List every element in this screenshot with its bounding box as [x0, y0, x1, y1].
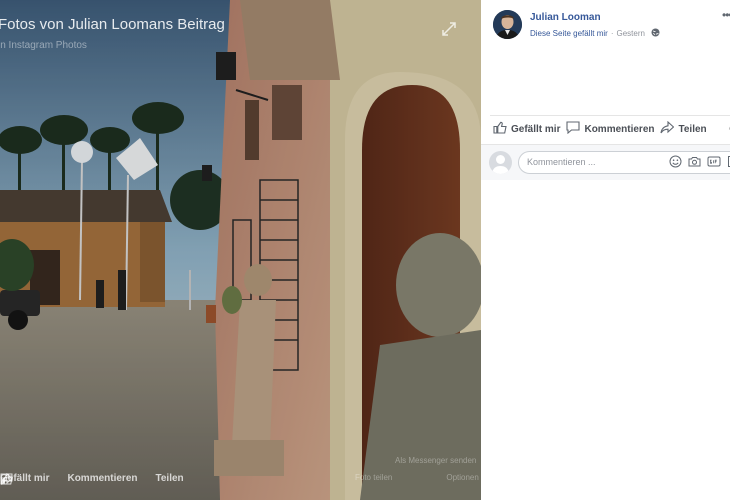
divider [490, 115, 730, 116]
like-label: Gefällt mir [511, 123, 561, 135]
meta-separator: · [610, 29, 614, 38]
share-icon [660, 120, 678, 137]
post-meta: Diese Seite gefällt mir · Gestern [530, 28, 660, 39]
like-button[interactable]: Gefällt mir [493, 121, 560, 137]
like-page-link[interactable]: Diese Seite gefällt mir [530, 29, 608, 38]
comment-placeholder: Kommentieren ... [527, 157, 596, 167]
post-timestamp[interactable]: Gestern [616, 29, 644, 38]
photo-image [0, 0, 481, 500]
comment-tools [669, 155, 730, 168]
comment-icon [566, 121, 584, 137]
viewer-avatar [489, 151, 512, 174]
send-messenger-link[interactable]: Als Messenger senden [395, 452, 479, 469]
comment-button[interactable]: Kommentieren [566, 121, 654, 137]
photo-comment-label: Kommentieren [67, 473, 138, 484]
photo-album-link[interactable]: in Instagram Photos [0, 40, 87, 51]
author-avatar[interactable] [493, 10, 522, 39]
globe-icon[interactable] [651, 28, 660, 39]
author-name[interactable]: Julian Looman [530, 12, 601, 23]
comment-label: Kommentieren [584, 123, 655, 135]
comment-input[interactable]: Kommentieren ... [518, 151, 730, 174]
photo-action-bar: Gefällt mir Kommentieren Teilen [0, 473, 202, 485]
comment-composer: Kommentieren ... [481, 144, 730, 180]
photo-title: Fotos von Julian Loomans Beitrag [0, 16, 225, 33]
like-icon [493, 121, 511, 137]
camera-icon[interactable] [688, 155, 701, 168]
photo-comment-button[interactable]: Kommentieren [0, 473, 138, 485]
emoji-icon[interactable] [669, 155, 682, 168]
gif-icon[interactable] [707, 155, 721, 168]
options-link[interactable]: Optionen [446, 473, 478, 482]
photo-viewer[interactable]: Fotos von Julian Loomans Beitrag in Inst… [0, 0, 481, 500]
expand-icon[interactable] [441, 21, 457, 37]
share-button[interactable]: Teilen [660, 120, 707, 137]
post-action-bar: Gefällt mir Kommentieren Teilen ◠ [493, 120, 730, 137]
photo-share-button[interactable]: Teilen [0, 473, 184, 485]
more-options-icon[interactable]: ••• [722, 8, 730, 22]
share-photo-link[interactable]: Foto teilen [355, 473, 392, 482]
share-label: Teilen [678, 123, 707, 135]
photo-extra-links: Als Messenger senden Foto teilen Optionen [355, 452, 479, 486]
photo-share-label: Teilen [155, 473, 184, 484]
post-side-panel: Julian Looman Diese Seite gefällt mir · … [481, 0, 730, 500]
